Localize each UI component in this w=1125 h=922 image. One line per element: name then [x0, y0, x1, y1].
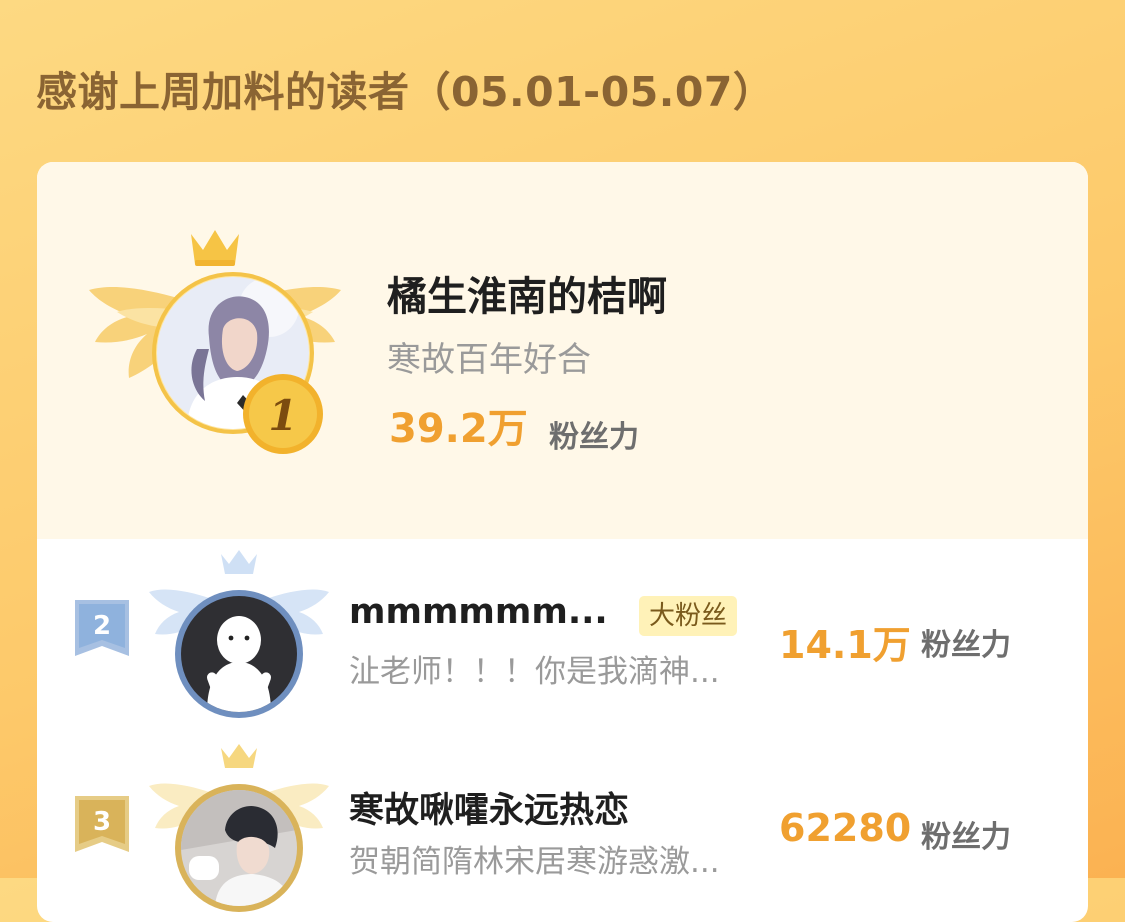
- fan-power-label: 粉丝力: [921, 628, 1011, 663]
- avatar[interactable]: [181, 596, 297, 712]
- reader-name[interactable]: 寒故啾嚯永远热恋: [349, 782, 629, 833]
- rank-2-number: 2: [93, 611, 111, 641]
- reader-message: 贺朝简隋林宋居寒游惑激...: [349, 844, 720, 880]
- leaderboard-card: 1 橘生淮南的桔啊 寒故百年好合 39.2万 粉丝力 2 mmmmmm... 大…: [37, 162, 1088, 922]
- rank-1-number: 1: [268, 391, 297, 440]
- reader-message: 寒故百年好合: [387, 340, 591, 380]
- rank-2-tag-icon: 2: [75, 600, 129, 656]
- fan-power-label: 粉丝力: [921, 820, 1011, 855]
- page-title: 感谢上周加料的读者（05.01-05.07）: [36, 68, 775, 116]
- fan-power-score: 39.2万: [389, 406, 528, 452]
- big-fan-badge: 大粉丝: [639, 596, 738, 636]
- rank-3-tag-icon: 3: [75, 796, 129, 852]
- avatar[interactable]: [181, 790, 297, 906]
- reader-message: 沚老师！！！你是我滴神...: [349, 654, 720, 690]
- fan-power-label: 粉丝力: [549, 420, 639, 455]
- reader-name[interactable]: mmmmmm...: [349, 592, 608, 632]
- rank-3-number: 3: [93, 807, 111, 837]
- rank-1-medal-icon: 1: [243, 374, 323, 454]
- fan-power-score: 14.1万: [779, 623, 911, 667]
- reader-name[interactable]: 橘生淮南的桔啊: [387, 264, 667, 322]
- fan-power-score: 62280: [779, 806, 912, 850]
